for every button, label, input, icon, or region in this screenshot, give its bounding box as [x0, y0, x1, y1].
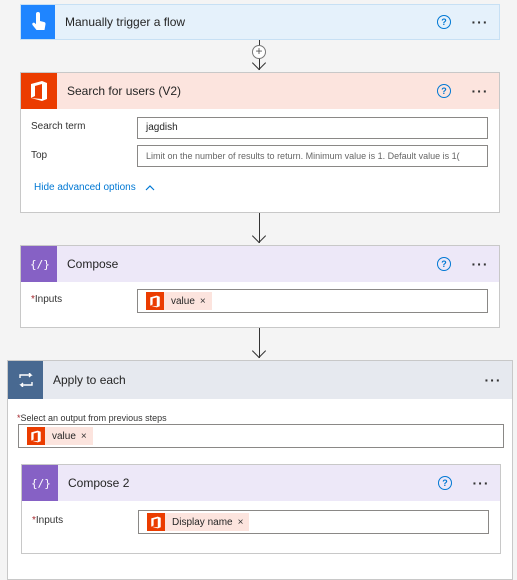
value-token[interactable]: value ×	[146, 292, 212, 310]
help-icon[interactable]: ?	[437, 15, 451, 29]
more-options-icon[interactable]: ···	[472, 476, 490, 490]
apply-to-each-title: Apply to each	[53, 373, 126, 387]
apply-to-each-card[interactable]: Apply to each ··· *Select an output from…	[7, 360, 513, 580]
compose-2-header[interactable]: {/} Compose 2 ? ···	[22, 465, 500, 501]
inputs-label-text: Inputs	[35, 515, 64, 526]
office-icon	[147, 513, 165, 531]
search-users-title: Search for users (V2)	[67, 84, 182, 98]
top-label: Top	[31, 150, 48, 161]
inputs-label: *Inputs	[32, 515, 63, 526]
arrow-down-icon	[251, 55, 267, 71]
compose-title: Compose	[67, 257, 119, 271]
compose-2-card[interactable]: {/} Compose 2 ? ··· *Inputs Display name…	[21, 464, 501, 554]
touch-icon	[21, 5, 55, 39]
top-input[interactable]: Limit on the number of results to return…	[137, 145, 488, 167]
top-placeholder: Limit on the number of results to return…	[146, 151, 460, 161]
select-output-label-text: Select an output from previous steps	[20, 413, 167, 423]
office-icon	[21, 73, 57, 109]
more-options-icon[interactable]: ···	[484, 373, 502, 387]
remove-token-icon[interactable]: ×	[81, 431, 87, 442]
compose-header[interactable]: {/} Compose ? ···	[21, 246, 499, 282]
search-users-header[interactable]: Search for users (V2) ? ···	[21, 73, 499, 109]
arrow-down-icon	[251, 228, 267, 244]
hide-advanced-options-label: Hide advanced options	[34, 182, 136, 193]
search-users-card[interactable]: Search for users (V2) ? ··· Search term …	[20, 72, 500, 213]
hide-advanced-options-link[interactable]: Hide advanced options	[34, 182, 155, 193]
help-icon[interactable]: ?	[437, 257, 451, 271]
help-icon[interactable]: ?	[438, 476, 452, 490]
token-label: value	[52, 430, 76, 442]
compose-icon: {/}	[22, 465, 58, 501]
search-term-label: Search term	[31, 121, 86, 132]
value-token[interactable]: value ×	[27, 427, 93, 445]
compose-2-title: Compose 2	[68, 476, 130, 490]
chevron-up-icon	[145, 185, 154, 191]
trigger-header[interactable]: Manually trigger a flow ? ···	[21, 5, 499, 39]
office-icon	[146, 292, 164, 310]
compose-2-inputs-field[interactable]: Display name ×	[138, 510, 489, 534]
svg-text:{/}: {/}	[31, 477, 50, 490]
compose-card[interactable]: {/} Compose ? ··· *Inputs value ×	[20, 245, 500, 328]
trigger-card[interactable]: Manually trigger a flow ? ···	[20, 4, 500, 40]
search-term-input[interactable]: jagdish	[137, 117, 488, 139]
help-icon[interactable]: ?	[437, 84, 451, 98]
svg-text:{/}: {/}	[30, 258, 49, 271]
select-output-label: *Select an output from previous steps	[17, 413, 167, 423]
loop-icon	[8, 361, 43, 399]
more-options-icon[interactable]: ···	[471, 84, 489, 98]
arrow-down-icon	[251, 343, 267, 359]
search-term-value: jagdish	[146, 122, 178, 133]
more-options-icon[interactable]: ···	[471, 257, 489, 271]
inputs-label-text: Inputs	[34, 294, 63, 305]
remove-token-icon[interactable]: ×	[200, 296, 206, 307]
compose-icon: {/}	[21, 246, 57, 282]
trigger-title: Manually trigger a flow	[65, 15, 186, 29]
token-label: Display name	[172, 516, 233, 528]
office-icon	[27, 427, 45, 445]
more-options-icon[interactable]: ···	[471, 15, 489, 29]
compose-inputs-field[interactable]: value ×	[137, 289, 488, 313]
select-output-field[interactable]: value ×	[18, 424, 504, 448]
remove-token-icon[interactable]: ×	[238, 517, 244, 528]
display-name-token[interactable]: Display name ×	[147, 513, 250, 531]
token-label: value	[171, 295, 195, 307]
apply-to-each-header[interactable]: Apply to each ···	[8, 361, 512, 399]
inputs-label: *Inputs	[31, 294, 62, 305]
